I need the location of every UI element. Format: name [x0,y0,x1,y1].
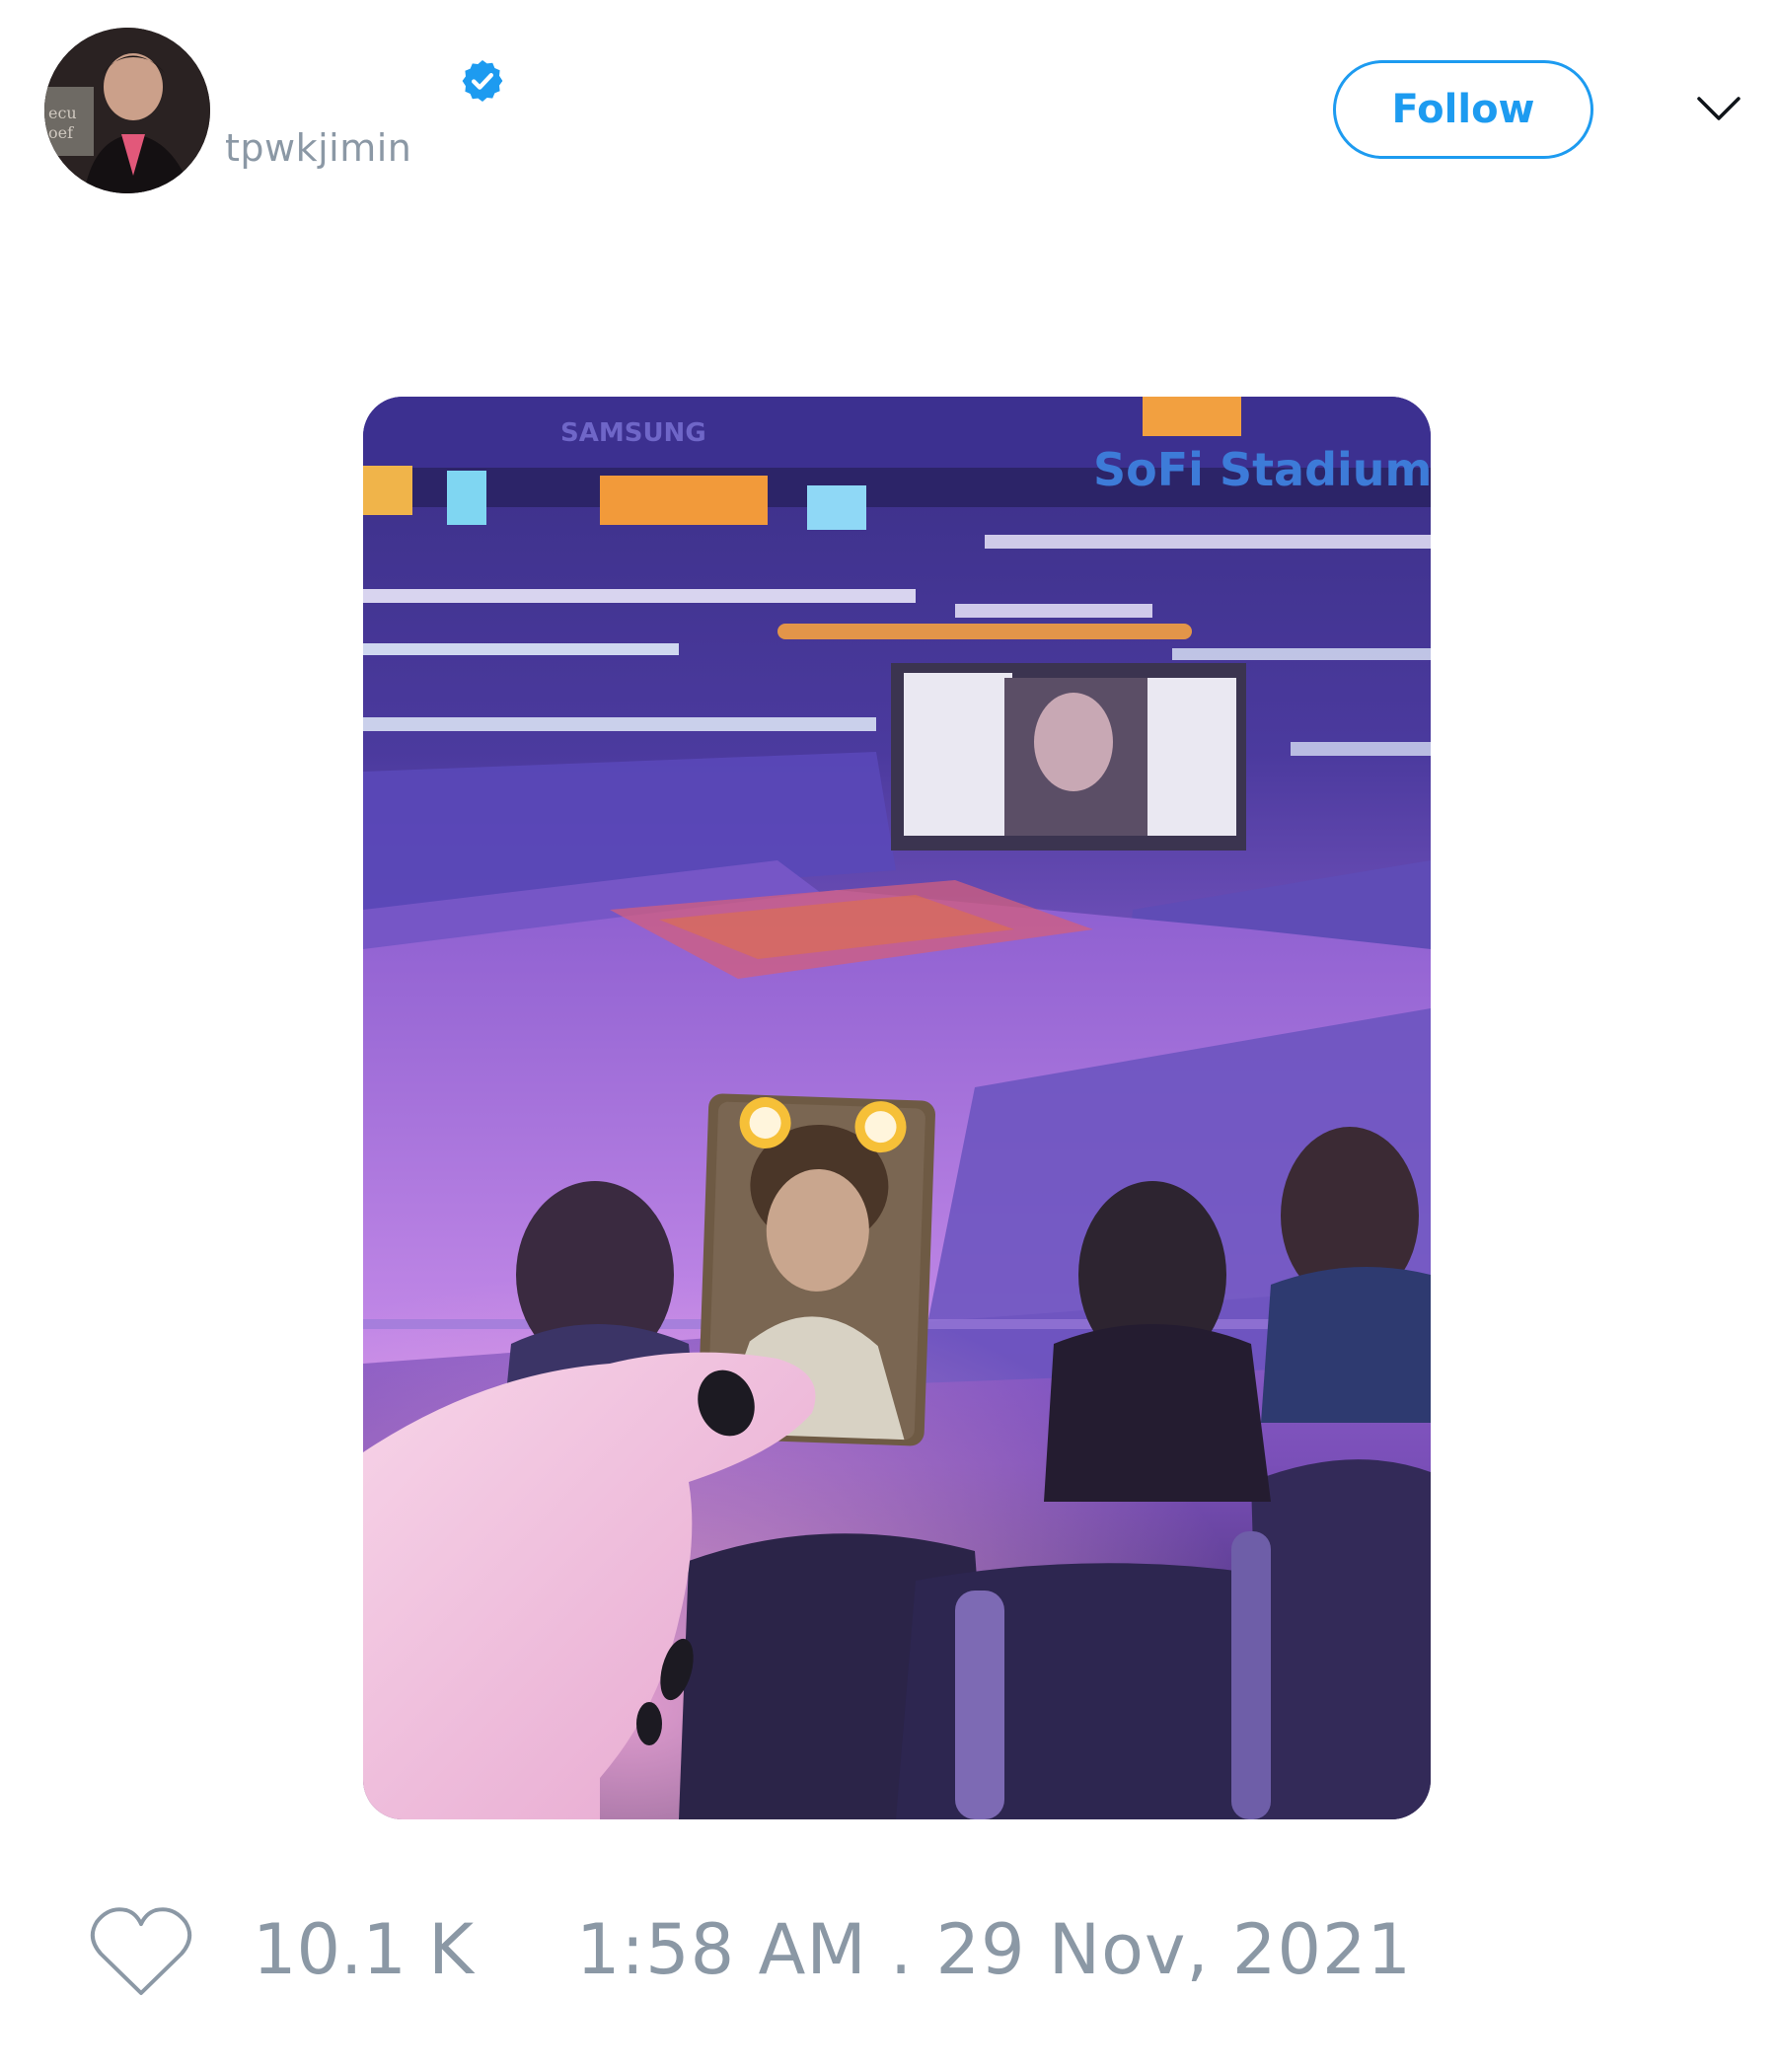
tweet-photo[interactable]: SAMSUNG SoFi Stadium [363,397,1431,1819]
svg-text:oef: oef [48,123,74,142]
author-handle[interactable]: tpwkjimin [225,126,411,170]
verified-badge-icon [459,57,506,105]
svg-text:SoFi Stadium: SoFi Stadium [1093,443,1431,496]
chevron-down-icon[interactable] [1695,89,1742,128]
svg-text:SAMSUNG: SAMSUNG [560,418,706,448]
heart-outline-icon[interactable] [89,1904,193,1999]
author-avatar[interactable]: ecu oef [44,28,210,193]
like-count: 10.1 K [253,1909,475,1990]
svg-text:ecu: ecu [48,104,77,122]
tweet-card: ecu oef tpwkjimin Follow SAMSUNG SoFi St… [0,0,1776,2072]
tweet-timestamp[interactable]: 1:58 AM . 29 Nov, 2021 [576,1910,1412,1989]
follow-button[interactable]: Follow [1333,60,1593,159]
